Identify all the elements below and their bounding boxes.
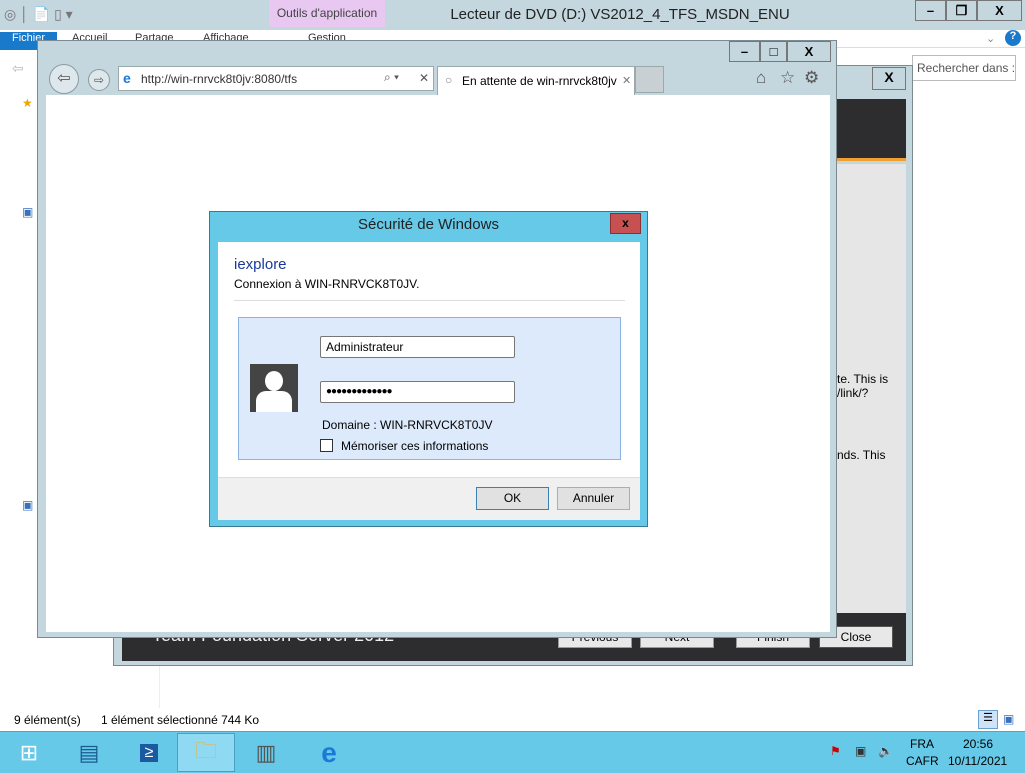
ie-close-button[interactable]: X [787, 41, 831, 62]
dvd-icon: ◎ │ 📄 ▯ ▾ [4, 6, 73, 22]
powershell-icon[interactable]: ≥ [120, 733, 178, 772]
search-input[interactable]: Rechercher dans : Lecteur de ... [912, 55, 1016, 81]
tfs-text: te. This is [837, 372, 889, 386]
close-button[interactable]: X [977, 0, 1022, 21]
password-input[interactable]: ●●●●●●●●●●●●● [320, 381, 515, 403]
ie-logo-icon: e [123, 70, 131, 86]
explorer-title-bar: ◎ │ 📄 ▯ ▾ Lecteur de DVD (D:) VS2012_4_T… [0, 0, 1025, 30]
favorites-star-icon[interactable]: ★ [22, 96, 33, 110]
tab-title: En attente de win-rnrvck8t0jv [462, 74, 617, 88]
action-center-flag-icon[interactable]: ⚑ [830, 744, 841, 758]
back-icon[interactable]: ⇦ [12, 60, 24, 77]
address-bar[interactable]: e http://win-rnrvck8t0jv:8080/tfs ⌕ ▾ ✕ [118, 66, 434, 91]
help-icon[interactable]: ? [1005, 30, 1021, 46]
stop-icon[interactable]: ✕ [419, 71, 429, 85]
favorites-icon[interactable]: ☆ [780, 68, 795, 88]
tfs-text: nds. This [837, 448, 886, 462]
dialog-close-button[interactable]: x [610, 213, 641, 234]
file-explorer-icon[interactable]: 🗀 [177, 733, 235, 772]
start-button-windows-icon[interactable]: ⊞ [0, 733, 58, 772]
keyboard-layout[interactable]: CAFR [906, 754, 939, 768]
large-icons-view-icon[interactable]: ▣ [1003, 712, 1014, 726]
ie-maximize-button[interactable]: □ [760, 41, 787, 62]
chevron-down-icon[interactable]: ⌄ [986, 32, 995, 45]
loading-icon: ○ [445, 73, 453, 87]
remember-checkbox[interactable] [320, 439, 333, 452]
gear-icon[interactable]: ⚙ [804, 68, 819, 88]
clock-time[interactable]: 20:56 [963, 737, 993, 751]
tab-close-icon[interactable]: ✕ [622, 74, 631, 87]
dialog-body: iexplore Connexion à WIN-RNRVCK8T0JV. Ad… [218, 242, 640, 477]
search-icon[interactable]: ⌕ ▾ [384, 70, 399, 85]
domain-label: Domaine : WIN-RNRVCK8T0JV [322, 418, 493, 432]
tools-icon[interactable]: ▥ [237, 733, 295, 772]
credential-panel[interactable]: Administrateur ●●●●●●●●●●●●● Domaine : W… [238, 317, 621, 460]
browser-tab[interactable]: ○ En attente de win-rnrvck8t0jv ✕ [437, 66, 635, 95]
language-indicator[interactable]: FRA [910, 737, 934, 751]
context-tab-label: Outils d'application [269, 0, 385, 27]
user-avatar-icon [250, 364, 298, 412]
network-status-icon[interactable]: ▣ [855, 744, 866, 758]
windows-security-dialog: Sécurité de Windows x iexplore Connexion… [209, 211, 648, 527]
internet-explorer-icon[interactable]: e [300, 733, 358, 772]
back-button[interactable]: ⇦ [49, 64, 79, 94]
ok-button[interactable]: OK [476, 487, 549, 510]
dialog-title: Sécurité de Windows [358, 216, 499, 233]
tfs-close-button[interactable]: X [872, 67, 906, 90]
divider [234, 300, 625, 301]
home-icon[interactable]: ⌂ [756, 68, 766, 88]
ie-minimize-button[interactable]: – [729, 41, 760, 62]
connection-text: Connexion à WIN-RNRVCK8T0JV. [234, 277, 420, 291]
selection-info: 1 élément sélectionné 744 Ko [101, 713, 260, 727]
remember-label[interactable]: Mémoriser ces informations [341, 439, 488, 453]
network-icon[interactable]: ▣ [22, 498, 33, 512]
status-bar: 9 élément(s) 1 élément sélectionné 744 K… [0, 708, 1025, 731]
url-text: http://win-rnrvck8t0jv:8080/tfs [141, 72, 298, 86]
username-input[interactable]: Administrateur [320, 336, 515, 358]
tfs-link-text[interactable]: /link/? [837, 386, 868, 400]
minimize-button[interactable]: – [915, 0, 946, 21]
dialog-footer: OK Annuler [218, 477, 640, 520]
forward-button[interactable]: ⇨ [88, 69, 110, 91]
server-manager-icon[interactable]: ▤ [60, 733, 118, 772]
volume-muted-icon[interactable]: 🔈 [878, 744, 893, 758]
explorer-title: Lecteur de DVD (D:) VS2012_4_TFS_MSDN_EN… [450, 6, 790, 23]
item-count: 9 élément(s) [14, 713, 81, 727]
taskbar: ⊞ ▤ ≥ 🗀 ▥ e ⚑ ▣ 🔈 FRA CAFR 20:56 10/11/2… [0, 731, 1025, 773]
details-view-icon[interactable]: ☰ [978, 710, 998, 729]
computer-icon[interactable]: ▣ [22, 205, 33, 219]
maximize-button[interactable]: ❐ [946, 0, 977, 21]
new-tab-button[interactable] [635, 66, 664, 93]
cancel-button[interactable]: Annuler [557, 487, 630, 510]
app-name: iexplore [234, 256, 287, 273]
clock-date[interactable]: 10/11/2021 [948, 754, 1007, 768]
